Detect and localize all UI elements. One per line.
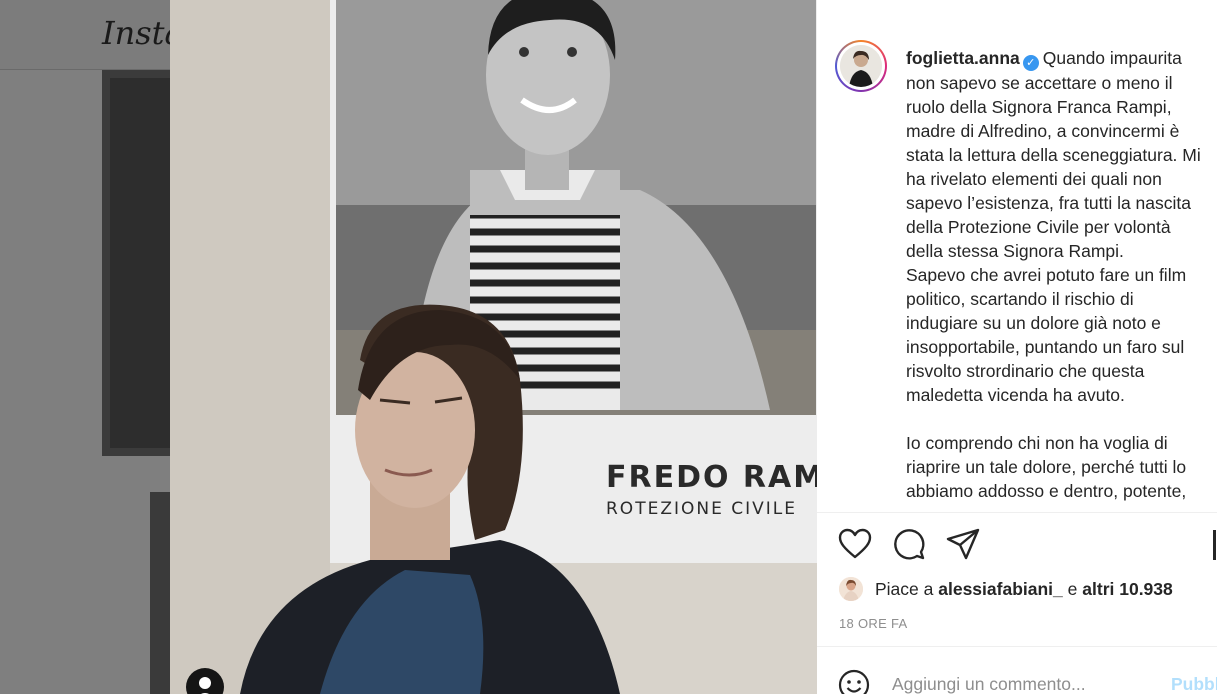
verified-badge-icon: ✓	[1022, 55, 1039, 71]
like-button[interactable]	[837, 526, 873, 562]
liker-avatar[interactable]	[839, 577, 863, 601]
user-avatar[interactable]	[840, 45, 882, 87]
post-username[interactable]: foglietta.anna	[906, 48, 1020, 68]
post-photo: FREDO RAMPI ROTEZIONE CIVILE	[170, 0, 817, 694]
caption-paragraph: Quando impaurita non sapevo se accettare…	[906, 48, 1201, 261]
background-post	[150, 492, 172, 694]
poster-name-text: FREDO RAMPI	[606, 460, 817, 495]
post-actions	[837, 526, 981, 562]
caption-paragraph: Sapevo che avrei potuto fare un film pol…	[906, 265, 1187, 405]
comment-icon	[894, 529, 925, 560]
comment-button[interactable]	[891, 526, 927, 562]
post-timestamp[interactable]: 18 ORE FA	[839, 616, 907, 631]
post-side-panel: foglietta.anna ✓ Quando impaurita non sape…	[817, 0, 1217, 694]
poster-subtitle-text: ROTEZIONE CIVILE	[606, 499, 797, 519]
post-caption: foglietta.anna ✓ Quando impaurita non sape…	[906, 46, 1210, 503]
heart-icon	[838, 528, 872, 559]
tag-user-icon[interactable]	[186, 668, 224, 694]
likes-joiner: e	[1067, 578, 1078, 599]
background-post	[102, 70, 172, 456]
publish-button[interactable]: Pubblica	[1171, 674, 1217, 694]
likes-prefix: Piace a	[875, 578, 934, 599]
share-button[interactable]	[945, 526, 981, 562]
divider	[817, 646, 1217, 647]
paper-plane-icon	[946, 528, 980, 560]
emoji-button[interactable]	[837, 668, 871, 694]
comment-input[interactable]	[892, 674, 1152, 694]
story-ring[interactable]	[835, 40, 887, 92]
divider	[817, 512, 1217, 513]
caption-area[interactable]: foglietta.anna ✓ Quando impaurita non sape…	[817, 0, 1217, 512]
likes-row: Piace a alessiafabiani_ e altri 10.938	[839, 576, 1173, 602]
caption-paragraph: Io comprendo chi non ha voglia di riapri…	[906, 433, 1187, 501]
liker-username[interactable]: alessiafabiani_	[938, 579, 1063, 600]
likes-count[interactable]: altri 10.938	[1082, 579, 1172, 600]
bookmark-icon[interactable]	[1213, 530, 1217, 560]
emoji-icon	[838, 669, 870, 694]
add-comment-row: Pubblica	[817, 660, 1217, 694]
